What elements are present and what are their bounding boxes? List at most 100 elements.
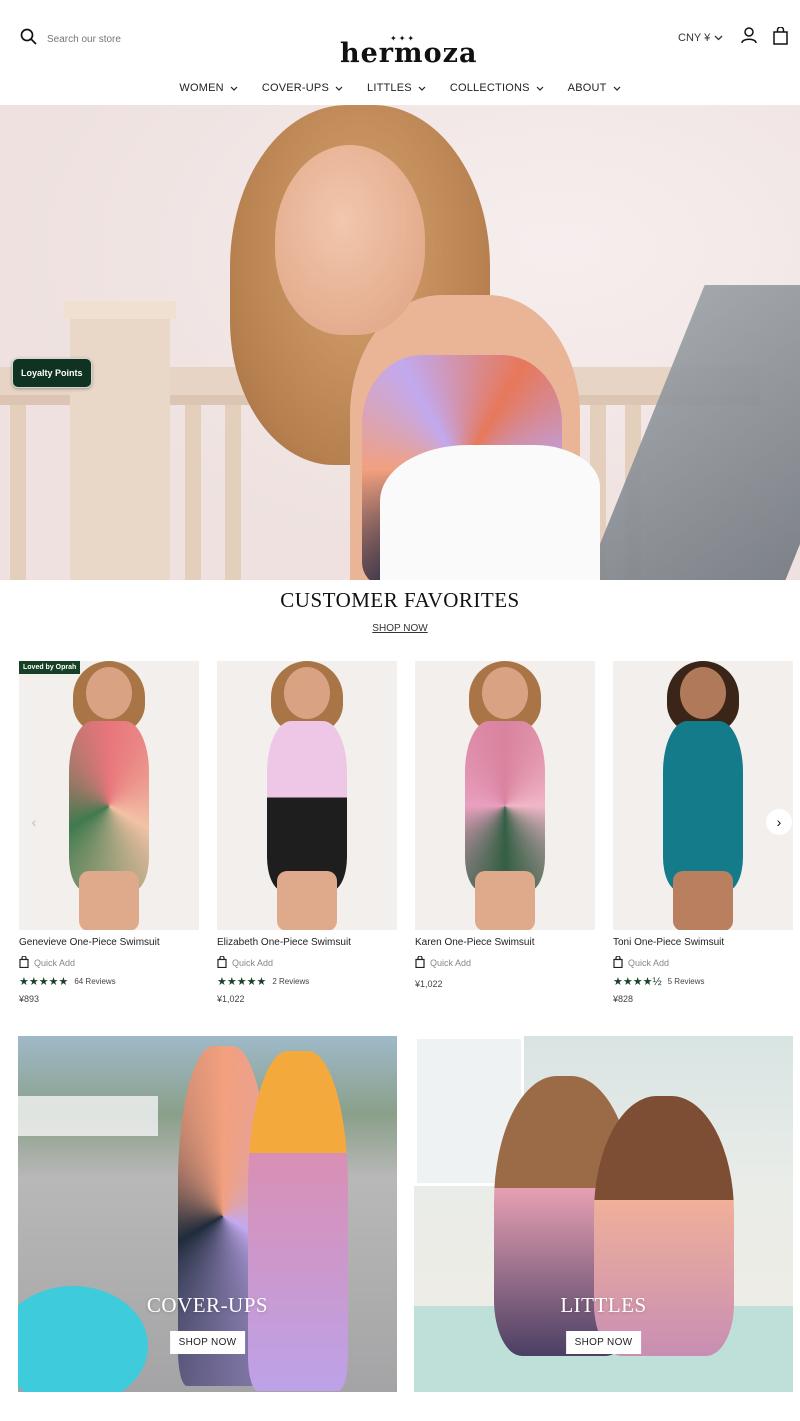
product-image[interactable]	[415, 661, 595, 930]
product-carousel: Loved by Oprah Genevieve One-Piece Swims…	[0, 661, 800, 1021]
nav-label: LITTLES	[367, 82, 412, 94]
nav-label: COLLECTIONS	[449, 82, 530, 94]
account-icon[interactable]	[741, 27, 757, 49]
nav-label: ABOUT	[567, 82, 607, 94]
nav-item-littles[interactable]: LITTLES	[367, 82, 426, 94]
quick-add-button[interactable]: Quick Add	[217, 955, 397, 970]
product-rating[interactable]: ★★★★★ 2 Reviews	[217, 975, 397, 988]
product-rating[interactable]: ★★★★½ 5 Reviews	[613, 975, 793, 988]
nav-item-collections[interactable]: COLLECTIONS	[450, 82, 544, 94]
bag-icon	[415, 955, 425, 970]
quick-add-button[interactable]: Quick Add	[613, 955, 793, 970]
review-count: 64 Reviews	[74, 977, 116, 986]
rating-stars: ★★★★★	[217, 976, 267, 988]
product-price: ¥828	[613, 994, 634, 1004]
model-swimsuit	[663, 721, 743, 891]
product-name[interactable]: Toni One-Piece Swimsuit	[613, 937, 793, 948]
product-card[interactable]: Karen One-Piece Swimsuit Quick Add ¥1,02…	[415, 661, 595, 989]
model-legs	[277, 871, 337, 930]
currency-label: CNY ¥	[678, 32, 711, 44]
search-icon[interactable]	[20, 28, 37, 50]
product-card[interactable]: Toni One-Piece Swimsuit Quick Add ★★★★½ …	[613, 661, 793, 1004]
model-legs	[475, 871, 535, 930]
nav-item-about[interactable]: ABOUT	[568, 82, 621, 94]
railing-post-cap	[64, 301, 176, 319]
product-image[interactable]	[613, 661, 793, 930]
model-head	[482, 667, 528, 719]
product-card[interactable]: Elizabeth One-Piece Swimsuit Quick Add ★…	[217, 661, 397, 1004]
model-swimsuit	[267, 721, 347, 891]
search-bar[interactable]	[20, 28, 157, 50]
product-image[interactable]: Loved by Oprah	[19, 661, 199, 930]
quick-add-label: Quick Add	[34, 958, 76, 968]
product-price: ¥1,022	[415, 979, 443, 989]
baluster	[225, 405, 241, 580]
chevron-down-icon	[230, 82, 238, 94]
collection-littles[interactable]: LITTLES SHOP NOW	[414, 1036, 793, 1392]
hero-banner[interactable]: Loyalty Points	[0, 105, 800, 580]
site-header: ✦✦✦ hermoza CNY ¥ WOMEN COVER-UPS LITTLE…	[0, 0, 800, 105]
quick-add-button[interactable]: Quick Add	[415, 955, 595, 970]
quick-add-label: Quick Add	[628, 958, 670, 968]
brand-logo[interactable]: ✦✦✦ hermoza	[340, 34, 476, 72]
loyalty-points-button[interactable]: Loyalty Points	[12, 358, 92, 388]
cart-icon[interactable]	[773, 26, 788, 50]
model-head	[86, 667, 132, 719]
baluster	[10, 405, 26, 580]
chevron-down-icon	[536, 82, 544, 94]
model-face	[275, 145, 425, 335]
chevron-down-icon	[418, 82, 426, 94]
fence	[18, 1096, 158, 1136]
railing-post	[70, 303, 170, 580]
carousel-next-arrow-icon[interactable]: ›	[766, 809, 792, 835]
model-shirt	[380, 445, 600, 580]
section-title: CUSTOMER FAVORITES	[280, 588, 520, 612]
rating-stars: ★★★★½	[613, 976, 662, 988]
nav-item-women[interactable]: WOMEN	[179, 82, 238, 94]
chevron-down-icon	[714, 32, 723, 44]
review-count: 5 Reviews	[667, 977, 705, 986]
quick-add-label: Quick Add	[232, 958, 274, 968]
loved-by-oprah-badge: Loved by Oprah	[19, 661, 81, 674]
nav-label: COVER-UPS	[261, 82, 330, 94]
product-image[interactable]	[217, 661, 397, 930]
bag-icon	[217, 955, 227, 970]
model-head	[284, 667, 330, 719]
product-card[interactable]: Loved by Oprah Genevieve One-Piece Swims…	[19, 661, 199, 1004]
product-name[interactable]: Elizabeth One-Piece Swimsuit	[217, 937, 397, 948]
model-legs	[673, 871, 733, 930]
chevron-down-icon	[335, 82, 343, 94]
nav-item-cover-ups[interactable]: COVER-UPS	[262, 82, 343, 94]
carousel-prev-arrow-icon[interactable]: ‹	[21, 809, 47, 835]
model-head	[680, 667, 726, 719]
chevron-down-icon	[613, 82, 621, 94]
quick-add-label: Quick Add	[430, 958, 472, 968]
model-swimsuit	[465, 721, 545, 891]
baluster	[185, 405, 201, 580]
collection-cover-ups[interactable]: COVER-UPS SHOP NOW	[18, 1036, 397, 1392]
model-outfit	[248, 1051, 348, 1391]
product-price: ¥1,022	[217, 994, 245, 1004]
logo-stars: ✦✦✦	[390, 34, 417, 43]
product-name[interactable]: Karen One-Piece Swimsuit	[415, 937, 595, 948]
product-rating[interactable]: ★★★★★ 64 Reviews	[19, 975, 199, 988]
bag-icon	[613, 955, 623, 970]
model-swimsuit	[69, 721, 149, 891]
shop-now-button[interactable]: SHOP NOW	[169, 1331, 246, 1354]
product-price: ¥893	[19, 994, 40, 1004]
main-nav: WOMEN COVER-UPS LITTLES COLLECTIONS ABOU…	[0, 82, 800, 94]
product-name[interactable]: Genevieve One-Piece Swimsuit	[19, 937, 199, 948]
review-count: 2 Reviews	[272, 977, 310, 986]
shop-now-button[interactable]: SHOP NOW	[565, 1331, 642, 1354]
shop-now-link-wrapper: SHOP NOW	[0, 623, 800, 634]
collection-title: LITTLES	[560, 1293, 647, 1317]
model-legs	[79, 871, 139, 930]
nav-label: WOMEN	[179, 82, 224, 94]
quick-add-button[interactable]: Quick Add	[19, 955, 199, 970]
search-input[interactable]	[47, 33, 157, 45]
bag-icon	[19, 955, 29, 970]
collection-title: COVER-UPS	[146, 1293, 269, 1317]
rating-stars: ★★★★★	[19, 976, 69, 988]
currency-selector[interactable]: CNY ¥	[678, 32, 723, 44]
shop-now-link[interactable]: SHOP NOW	[372, 623, 427, 634]
